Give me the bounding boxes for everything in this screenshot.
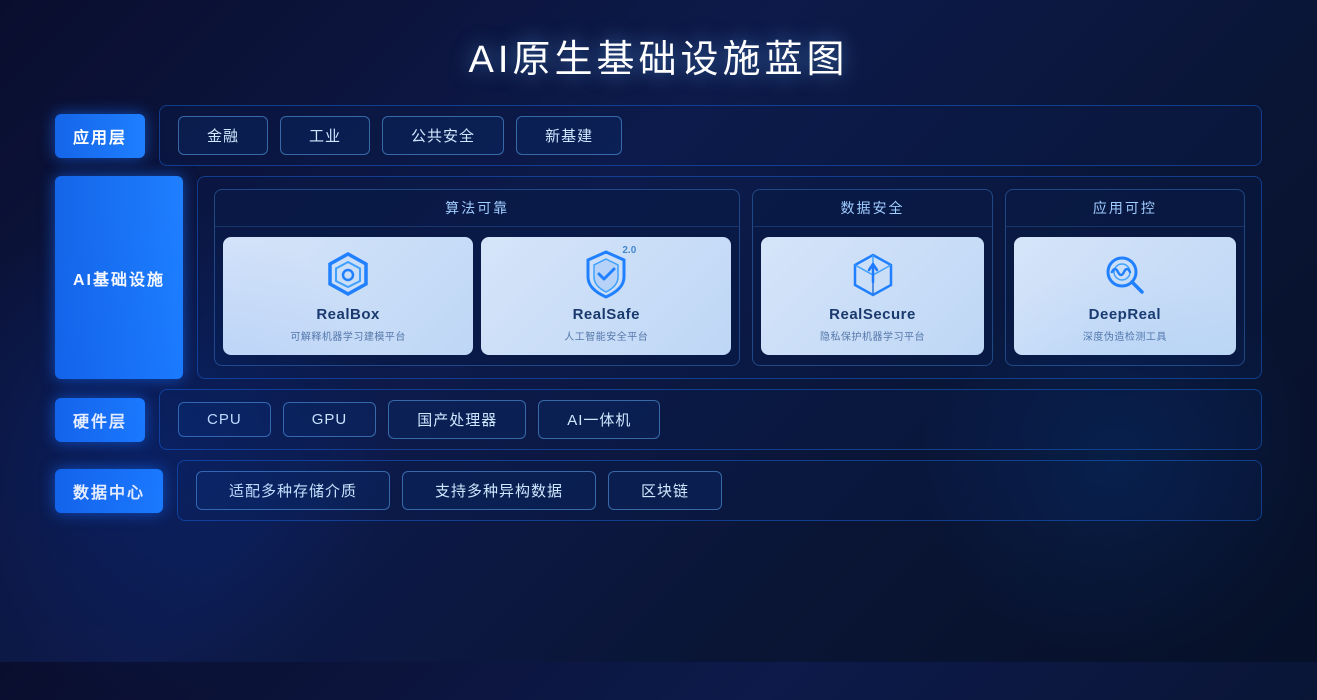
datacenter-tag-blockchain: 区块链 (608, 471, 722, 510)
hardware-layer-label: 硬件层 (55, 398, 145, 442)
realsecure-name: RealSecure (829, 306, 916, 323)
realsafe-logo: 2.0 (580, 249, 632, 301)
hardware-tag-domestic: 国产处理器 (388, 400, 526, 439)
app-tag-finance: 金融 (178, 116, 268, 155)
hardware-tag-gpu: GPU (283, 402, 377, 437)
realsafe-version: 2.0 (622, 245, 636, 256)
hardware-layer-row: 硬件层 CPU GPU 国产处理器 AI一体机 (55, 389, 1262, 450)
hardware-tag-ai-all-in-one: AI一体机 (538, 400, 660, 439)
category-datasecurity: 数据安全 (752, 189, 992, 366)
appcontrol-products: DeepReal 深度伪造检测工具 (1006, 227, 1244, 365)
category-algorithm-header: 算法可靠 (215, 190, 739, 227)
ai-infra-row: AI基础设施 算法可靠 (55, 176, 1262, 379)
realbox-name: RealBox (316, 306, 380, 323)
realbox-logo (322, 249, 374, 301)
ai-categories: 算法可靠 RealBox 可 (214, 189, 1245, 366)
product-realbox: RealBox 可解释机器学习建模平台 (223, 237, 473, 355)
datacenter-layer-label: 数据中心 (55, 469, 163, 513)
datacenter-tag-storage: 适配多种存储介质 (196, 471, 390, 510)
hardware-layer-box: CPU GPU 国产处理器 AI一体机 (159, 389, 1262, 450)
page-title: AI原生基础设施蓝图 (0, 0, 1317, 105)
deepreal-logo (1099, 249, 1151, 301)
algorithm-products: RealBox 可解释机器学习建模平台 2.0 (215, 227, 739, 365)
app-tag-newinfra: 新基建 (516, 116, 622, 155)
realsecure-logo (847, 249, 899, 301)
product-deepreal: DeepReal 深度伪造检测工具 (1014, 237, 1236, 355)
app-tag-security: 公共安全 (382, 116, 504, 155)
realsecure-desc: 隐私保护机器学习平台 (820, 328, 925, 343)
datacenter-layer-row: 数据中心 适配多种存储介质 支持多种异构数据 区块链 (55, 460, 1262, 521)
product-realsafe: 2.0 RealSafe 人工智能安全平台 (481, 237, 731, 355)
main-content: 应用层 金融 工业 公共安全 新基建 AI基础设施 算法可靠 (0, 105, 1317, 521)
category-datasecurity-header: 数据安全 (753, 190, 991, 227)
datacenter-layer-box: 适配多种存储介质 支持多种异构数据 区块链 (177, 460, 1262, 521)
category-algorithm: 算法可靠 RealBox 可 (214, 189, 740, 366)
deepreal-name: DeepReal (1089, 306, 1161, 323)
datasecurity-products: RealSecure 隐私保护机器学习平台 (753, 227, 991, 365)
realsafe-name: RealSafe (573, 306, 640, 323)
deepreal-desc: 深度伪造检测工具 (1083, 328, 1167, 343)
realsafe-desc: 人工智能安全平台 (564, 328, 648, 343)
hardware-tag-cpu: CPU (178, 402, 271, 437)
app-tag-industry: 工业 (280, 116, 370, 155)
application-layer-label: 应用层 (55, 114, 145, 158)
category-appcontrol-header: 应用可控 (1006, 190, 1244, 227)
application-layer-row: 应用层 金融 工业 公共安全 新基建 (55, 105, 1262, 166)
datacenter-tag-heterogeneous: 支持多种异构数据 (402, 471, 596, 510)
realbox-desc: 可解释机器学习建模平台 (290, 328, 406, 343)
application-layer-box: 金融 工业 公共安全 新基建 (159, 105, 1262, 166)
ai-infra-box: 算法可靠 RealBox 可 (197, 176, 1262, 379)
category-appcontrol: 应用可控 (1005, 189, 1245, 366)
product-realsecure: RealSecure 隐私保护机器学习平台 (761, 237, 983, 355)
ai-infra-label: AI基础设施 (55, 176, 183, 379)
